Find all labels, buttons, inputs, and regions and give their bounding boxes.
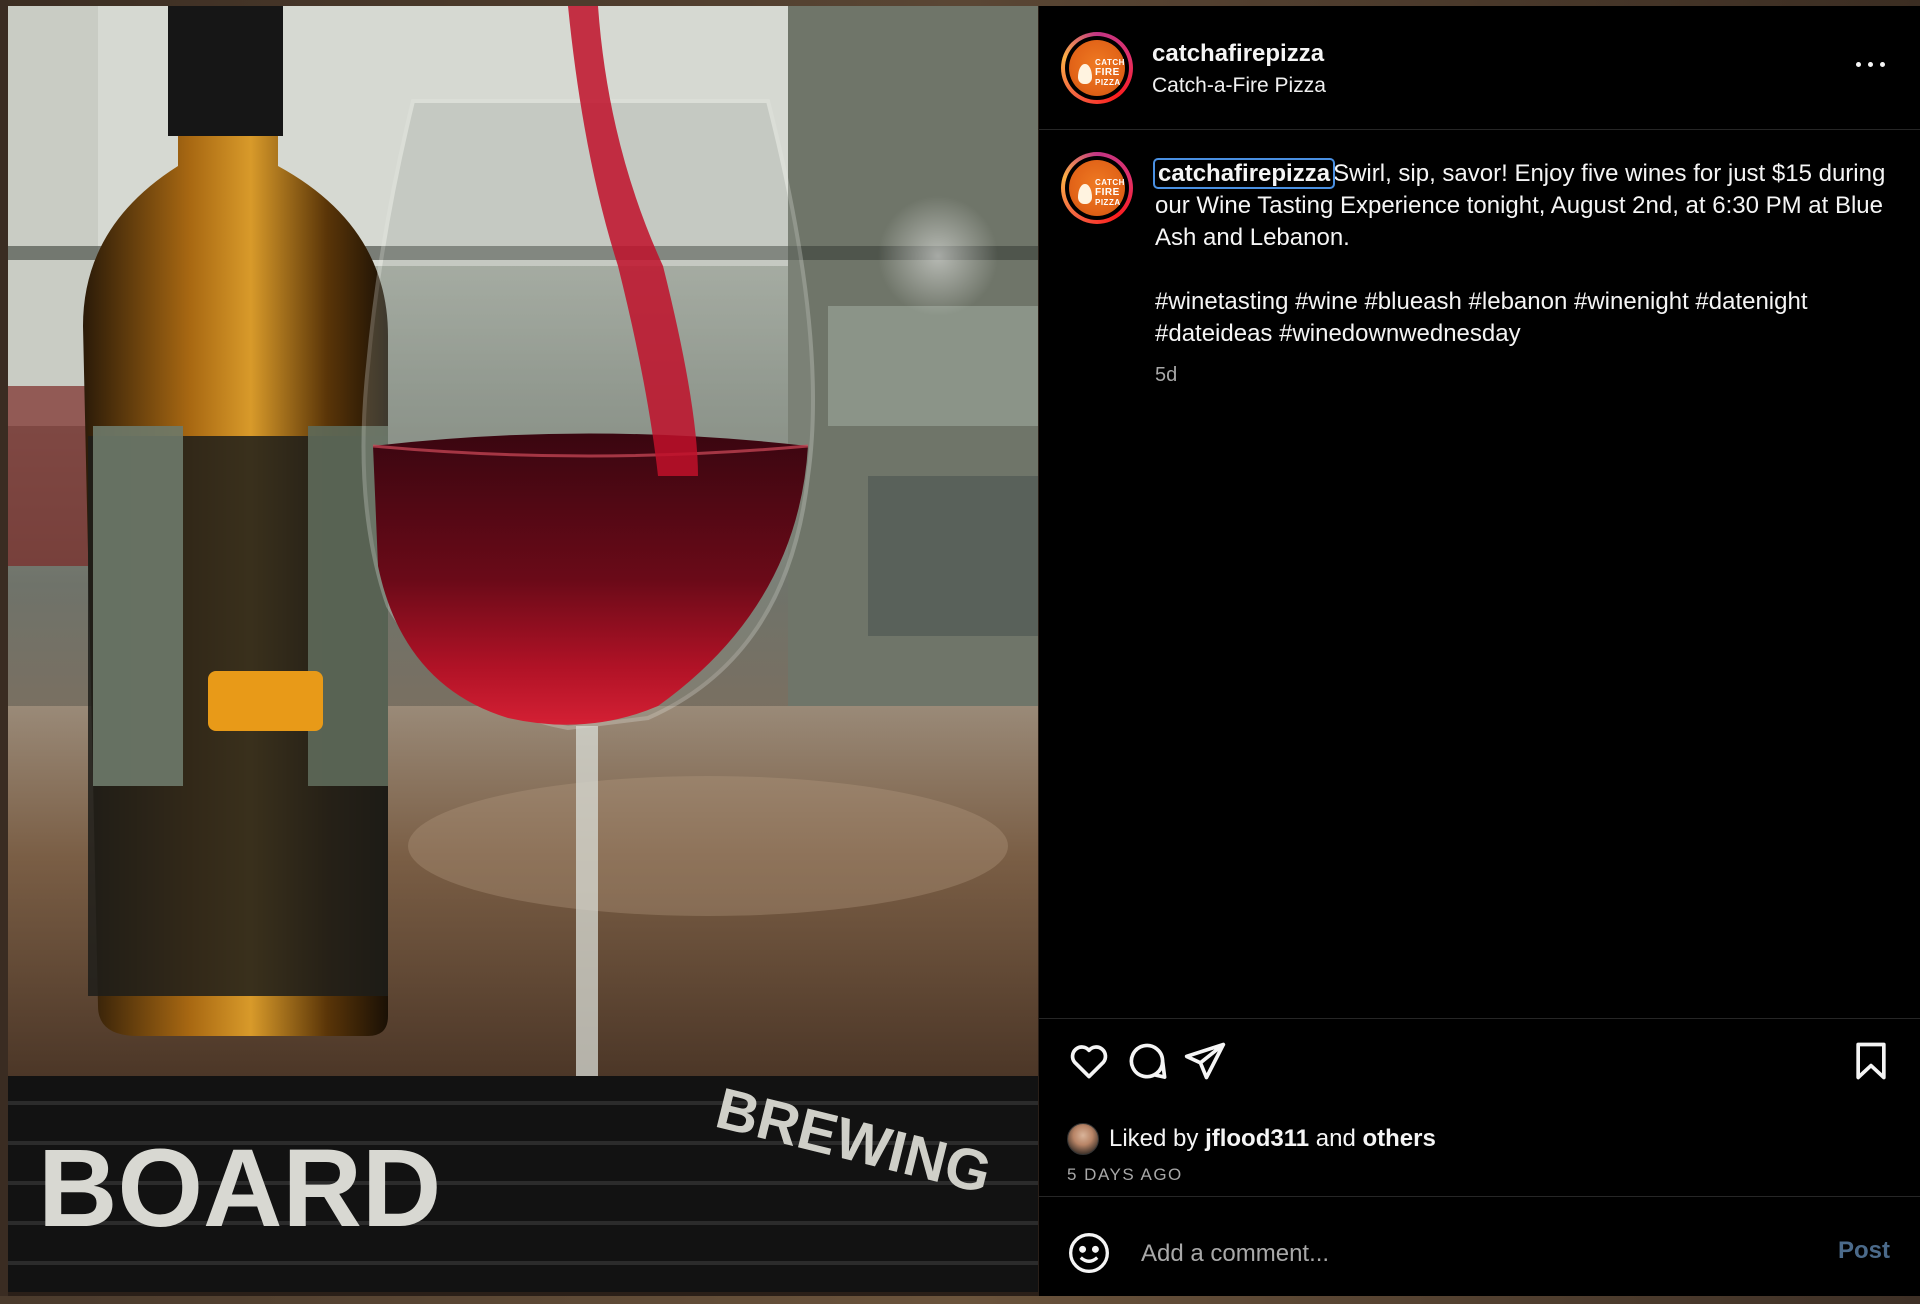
- more-horizontal-icon[interactable]: [1853, 52, 1889, 76]
- mat-text: BOARD: [38, 1127, 441, 1250]
- bookmark-icon[interactable]: [1849, 1039, 1893, 1083]
- action-bar: Liked by jflood311 and others 5 DAYS AGO: [1039, 1018, 1920, 1197]
- caption-hashtags[interactable]: #winetasting #wine #blueash #lebanon #wi…: [1155, 286, 1895, 350]
- emoji-icon[interactable]: [1067, 1231, 1111, 1275]
- post-photo[interactable]: BOARD BREWING: [8, 6, 1038, 1292]
- author-username[interactable]: catchafirepizza: [1152, 40, 1324, 68]
- liker-avatar[interactable]: [1067, 1123, 1099, 1155]
- comment-bar: Post: [1039, 1196, 1920, 1297]
- backdrop-bottom: [0, 1296, 1920, 1304]
- caption-username-link[interactable]: catchafirepizza: [1152, 158, 1336, 189]
- post-caption: catchafirepizza Swirl, sip, savor! Enjoy …: [1152, 158, 1895, 350]
- author-display-name: Catch-a-Fire Pizza: [1152, 74, 1326, 97]
- flame-icon: [1078, 64, 1092, 84]
- brand-logo: CATCH FIRE PIZZA: [1069, 160, 1125, 216]
- send-icon[interactable]: [1183, 1039, 1227, 1083]
- post-detail-panel: CATCH FIRE PIZZA catchafirepizza Catch-a…: [1039, 6, 1920, 1296]
- likes-summary: Liked by jflood311 and others: [1067, 1123, 1436, 1155]
- comment-icon[interactable]: [1125, 1039, 1169, 1083]
- post-header: CATCH FIRE PIZZA catchafirepizza Catch-a…: [1039, 6, 1920, 130]
- caption-avatar[interactable]: CATCH FIRE PIZZA: [1061, 152, 1133, 224]
- liker-username[interactable]: jflood311: [1205, 1125, 1309, 1152]
- backdrop-left: [0, 0, 8, 1304]
- brand-logo: CATCH FIRE PIZZA: [1069, 40, 1125, 96]
- post-comment-button[interactable]: Post: [1838, 1237, 1890, 1265]
- likes-others-link[interactable]: others: [1362, 1125, 1435, 1152]
- liked-prefix: Liked by: [1109, 1125, 1199, 1152]
- wine-photo-illustration: BOARD BREWING: [8, 6, 1038, 1292]
- posted-date[interactable]: 5 DAYS AGO: [1067, 1165, 1183, 1185]
- author-avatar[interactable]: CATCH FIRE PIZZA: [1061, 32, 1133, 104]
- comment-input[interactable]: [1139, 1227, 1783, 1281]
- heart-icon[interactable]: [1067, 1039, 1111, 1083]
- liked-and: and: [1315, 1125, 1356, 1152]
- caption-timestamp[interactable]: 5d: [1155, 364, 1177, 387]
- flame-icon: [1078, 184, 1092, 204]
